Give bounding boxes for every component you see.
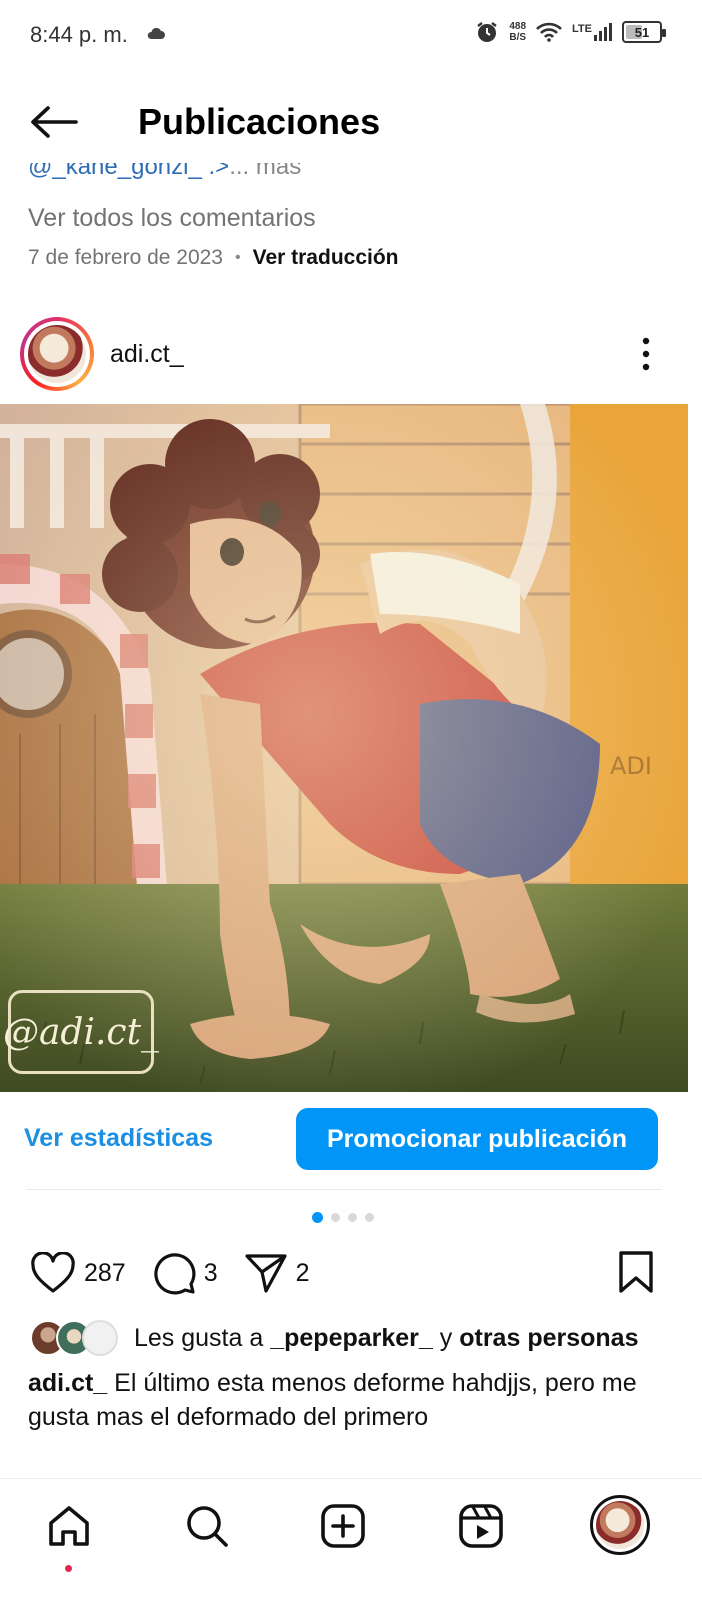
post-image[interactable]: ADI: [0, 404, 688, 1092]
reels-icon: [459, 1504, 503, 1548]
bottom-navigation: [0, 1478, 702, 1600]
share-button[interactable]: 2: [244, 1252, 310, 1294]
view-insights-link[interactable]: Ver estadísticas: [24, 1124, 213, 1153]
like-button[interactable]: 287: [30, 1252, 126, 1294]
status-time: 8:44 p. m.: [30, 22, 128, 47]
profile-avatar: [596, 1501, 644, 1549]
likes-count: 287: [84, 1258, 126, 1287]
liked-by-others-link[interactable]: otras personas: [459, 1324, 638, 1352]
post-date: 7 de febrero de 2023: [28, 246, 223, 269]
nav-home[interactable]: [44, 1501, 94, 1551]
image-watermark: @adi.ct_: [3, 990, 159, 1074]
carousel-dot-active: [312, 1212, 323, 1223]
liker-avatar: [82, 1320, 118, 1356]
send-icon: [245, 1254, 287, 1293]
more-options-icon[interactable]: [636, 336, 656, 372]
more-link[interactable]: ... más: [229, 163, 301, 180]
page-title: Publicaciones: [138, 101, 381, 142]
back-button[interactable]: [26, 102, 82, 142]
nav-create[interactable]: [318, 1501, 368, 1551]
post-author-avatar[interactable]: [20, 317, 94, 391]
status-bar: 8:44 p. m. 488 B/S LTE 51: [0, 0, 702, 70]
carousel-dot: [348, 1213, 357, 1222]
signal-icon: LTE: [572, 23, 612, 41]
promote-post-button[interactable]: Promocionar publicación: [296, 1108, 658, 1170]
post-actions: 287 3 2: [30, 1248, 336, 1298]
post-illustration: ADI: [0, 404, 688, 1092]
carousel-indicator: [312, 1212, 374, 1223]
mention-link[interactable]: @_kane_gonzi_ .>: [28, 163, 229, 180]
liked-by-row[interactable]: Les gusta a _pepeparker_ y otras persona…: [30, 1320, 638, 1356]
net-speed-value: 488: [509, 21, 527, 32]
carousel-dot: [365, 1213, 374, 1222]
nav-profile-avatar[interactable]: [590, 1495, 650, 1555]
post-header: adi.ct_: [0, 316, 702, 394]
status-icons: 488 B/S LTE 51: [475, 20, 666, 44]
net-speed-unit: B/S: [509, 32, 527, 43]
comments-count: 3: [203, 1258, 218, 1287]
battery-level: 51: [634, 24, 650, 40]
post-date-row: 7 de febrero de 2023 • Ver traducción: [28, 246, 399, 270]
comment-icon: [154, 1253, 196, 1295]
liked-by-connector: y: [432, 1323, 460, 1352]
previous-post-caption[interactable]: @_kane_gonzi_ .>... más: [28, 163, 428, 189]
network-type: LTE: [572, 23, 592, 35]
create-icon: [321, 1504, 365, 1548]
home-icon: [49, 1506, 89, 1546]
liked-by-avatars: [30, 1320, 126, 1356]
net-speed: 488 B/S: [509, 21, 526, 43]
top-header: Publicaciones: [0, 80, 702, 166]
carousel-dot: [331, 1213, 340, 1222]
wifi-icon: [536, 22, 562, 42]
view-all-comments-link[interactable]: Ver todos los comentarios: [28, 204, 316, 233]
liked-by-user-link[interactable]: _pepeparker_: [270, 1324, 433, 1352]
see-translation-link[interactable]: Ver traducción: [253, 246, 399, 270]
separator-dot: •: [235, 249, 241, 266]
caption-text: El último esta menos deforme hahdjjs, pe…: [28, 1369, 637, 1431]
liked-by-prefix: Les gusta a: [134, 1323, 271, 1352]
search-icon: [187, 1506, 228, 1547]
notification-dot: [65, 1565, 72, 1572]
cloud-icon: [147, 27, 165, 39]
bookmark-icon[interactable]: [616, 1250, 656, 1294]
post-author-username[interactable]: adi.ct_: [110, 340, 184, 369]
nav-search[interactable]: [182, 1501, 232, 1551]
nav-reels[interactable]: [456, 1501, 506, 1551]
comment-button[interactable]: 3: [152, 1251, 218, 1295]
battery-icon: 51: [622, 21, 666, 43]
heart-icon: [31, 1252, 75, 1293]
alarm-icon: [477, 22, 498, 42]
caption-username[interactable]: adi.ct_: [28, 1369, 107, 1397]
divider: [26, 1189, 662, 1190]
liked-by-text[interactable]: Les gusta a _pepeparker_ y otras persona…: [134, 1324, 638, 1353]
shares-count: 2: [295, 1258, 310, 1287]
post-caption: adi.ct_ El último esta menos deforme hah…: [28, 1366, 668, 1434]
